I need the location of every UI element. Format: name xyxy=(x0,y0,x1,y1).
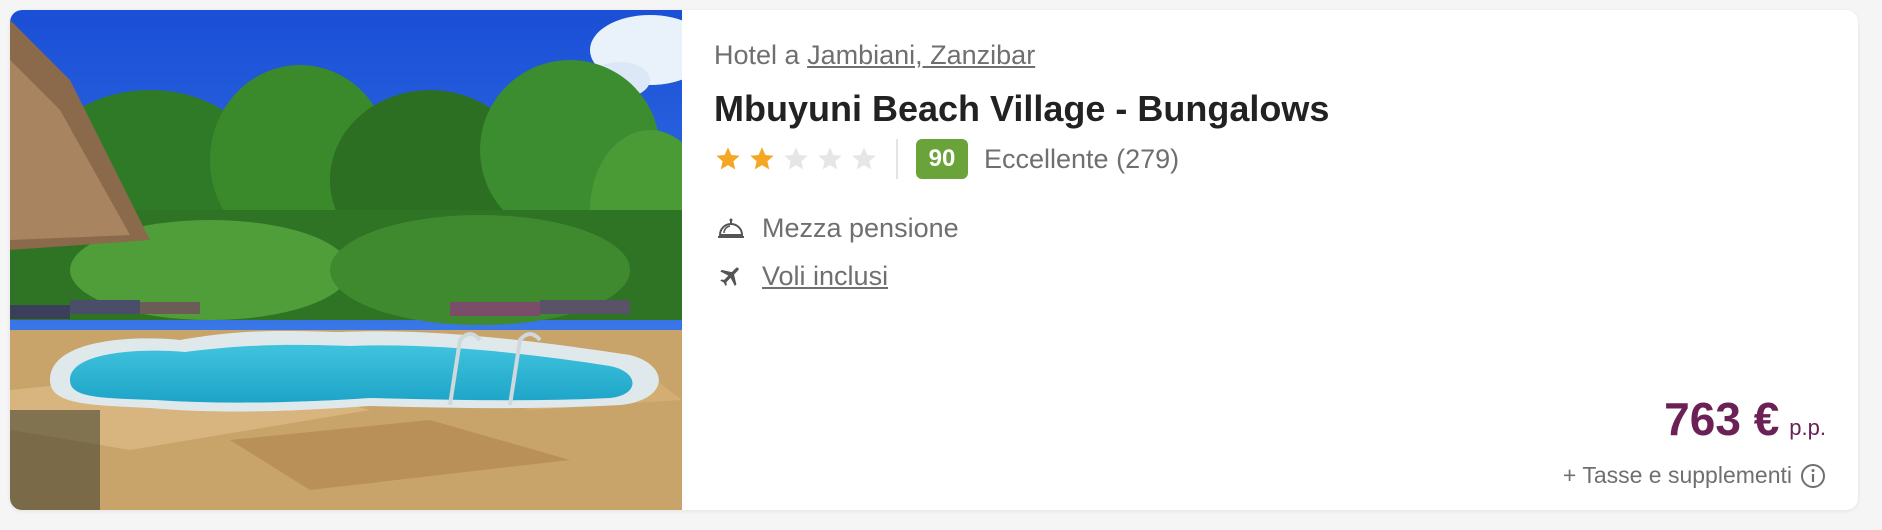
info-icon[interactable] xyxy=(1800,463,1826,489)
price: 763 € p.p. xyxy=(1664,392,1826,446)
hotel-name[interactable]: Mbuyuni Beach Village - Bungalows xyxy=(714,88,1329,130)
rating-row: 90 Eccellente (279) xyxy=(714,138,1179,180)
star-filled-icon xyxy=(748,145,776,173)
review-score-label[interactable]: Eccellente (279) xyxy=(984,144,1179,175)
taxes-label: + Tasse e supplementi xyxy=(1562,462,1792,488)
flights-link[interactable]: Voli inclusi xyxy=(762,261,888,292)
star-rating xyxy=(714,145,878,173)
hotel-card[interactable]: Hotel a Jambiani, Zanzibar Mbuyuni Beach… xyxy=(10,10,1858,510)
price-amount: 763 € xyxy=(1664,393,1780,445)
board-label: Mezza pensione xyxy=(762,212,959,243)
taxes-note[interactable]: + Tasse e supplementi xyxy=(1563,462,1826,489)
room-service-bell-icon xyxy=(714,211,748,245)
hotel-location: Hotel a Jambiani, Zanzibar xyxy=(714,40,1035,71)
plane-icon xyxy=(714,259,748,293)
star-empty-icon xyxy=(850,145,878,173)
hotel-info: Hotel a Jambiani, Zanzibar Mbuyuni Beach… xyxy=(714,10,1858,510)
star-filled-icon xyxy=(714,145,742,173)
review-score-badge: 90 xyxy=(916,139,968,179)
star-empty-icon xyxy=(782,145,810,173)
hotel-photo[interactable] xyxy=(10,10,682,510)
price-unit: p.p. xyxy=(1789,415,1826,440)
rating-divider xyxy=(896,139,898,179)
location-link[interactable]: Jambiani, Zanzibar xyxy=(807,40,1035,70)
board-feature: Mezza pensione xyxy=(714,210,959,246)
hotel-type-prefix: Hotel a xyxy=(714,40,800,70)
flights-feature: Voli inclusi xyxy=(714,258,888,294)
star-empty-icon xyxy=(816,145,844,173)
